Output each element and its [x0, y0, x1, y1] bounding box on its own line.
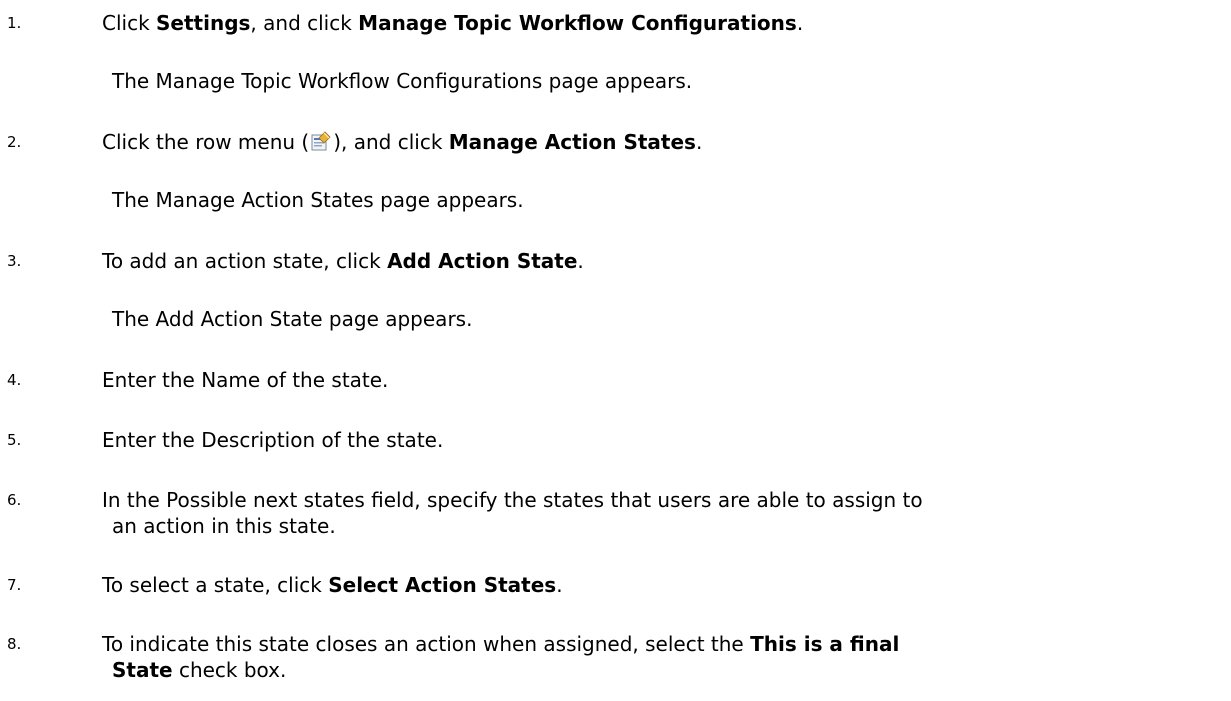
- step-instruction: To indicate this state closes an action …: [102, 632, 900, 682]
- ui-term-manage-action-states: Manage Action States: [448, 130, 696, 154]
- step-number: 7.: [7, 576, 22, 594]
- step-number: 6.: [7, 491, 22, 509]
- step-instruction: In the Possible next states field, speci…: [102, 488, 923, 538]
- ui-term-this-is-a-final: This is a final: [750, 632, 900, 656]
- step-number: 1.: [7, 14, 22, 32]
- step-number: 3.: [7, 252, 22, 270]
- step-number: 4.: [7, 371, 22, 389]
- row-menu-icon: [310, 130, 332, 152]
- ui-term-select-action-states: Select Action States: [328, 573, 557, 597]
- step-3-result: The Add Action State page appears.: [112, 307, 473, 331]
- step-instruction: To add an action state, click Add Action…: [102, 249, 584, 273]
- step-number: 5.: [7, 431, 22, 449]
- step-instruction: Click Settings, and click Manage Topic W…: [102, 11, 804, 35]
- step-2-result: The Manage Action States page appears.: [112, 188, 524, 212]
- ui-term-add-action-state: Add Action State: [387, 249, 578, 273]
- step-instruction: Click the row menu ( ), and click Manage…: [102, 130, 703, 154]
- step-number: 8.: [7, 635, 22, 653]
- ui-term-settings: Settings: [156, 11, 251, 35]
- procedure-document: 1. Click Settings, and click Manage Topi…: [0, 0, 1231, 701]
- ui-term-state: State: [112, 658, 173, 682]
- step-number: 2.: [7, 133, 22, 151]
- ui-term-manage-topic-workflow-configurations: Manage Topic Workflow Configurations: [358, 11, 797, 35]
- step-instruction: Enter the Name of the state.: [102, 368, 389, 392]
- step-1-result: The Manage Topic Workflow Configurations…: [112, 69, 693, 93]
- step-instruction: To select a state, click Select Action S…: [102, 573, 563, 597]
- step-instruction: Enter the Description of the state.: [102, 428, 444, 452]
